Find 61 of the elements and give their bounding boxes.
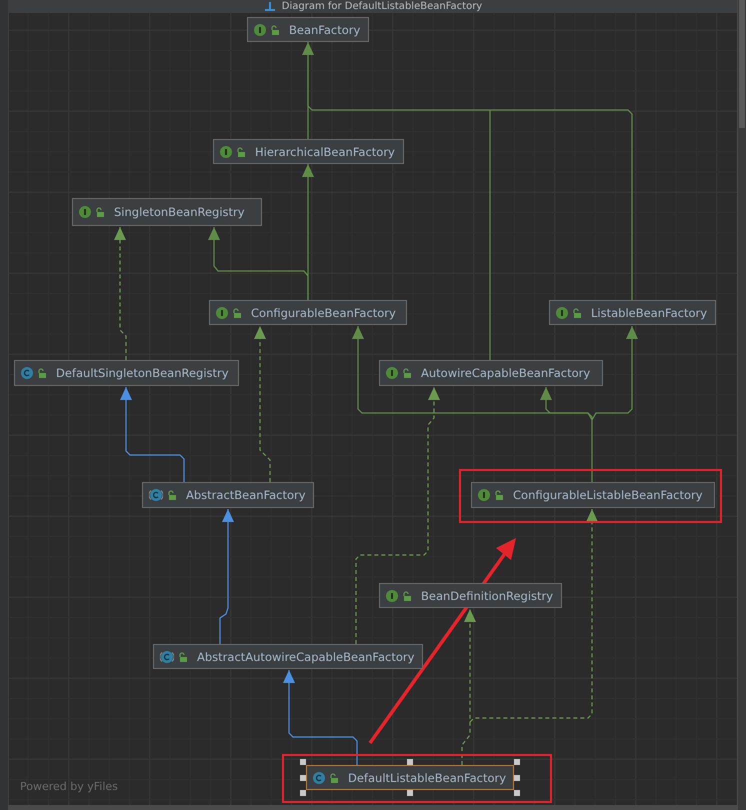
- interface-icon: [556, 306, 568, 318]
- resize-handle[interactable]: [300, 759, 306, 765]
- class-node[interactable]: DefaultListableBeanFactory: [306, 765, 514, 790]
- class-node[interactable]: AutowireCapableBeanFactory: [379, 360, 603, 386]
- unlocked-padlock-icon: [270, 24, 279, 34]
- diagram-icon: [264, 2, 276, 12]
- class-name: ListableBeanFactory: [591, 306, 708, 320]
- unlocked-padlock-icon: [329, 772, 338, 782]
- interface-icon: [386, 367, 398, 379]
- class-name: DefaultListableBeanFactory: [348, 770, 506, 784]
- unlocked-padlock-icon: [494, 490, 503, 500]
- horizontal-scrollbar[interactable]: [8, 805, 738, 810]
- unlocked-padlock-icon: [572, 308, 581, 318]
- powered-by-label: Powered by yFiles: [20, 780, 118, 793]
- class-name: AbstractAutowireCapableBeanFactory: [197, 650, 414, 664]
- resize-handle[interactable]: [407, 759, 413, 765]
- class-node[interactable]: AbstractAutowireCapableBeanFactory: [153, 644, 423, 669]
- unlocked-padlock-icon: [167, 490, 176, 500]
- unlocked-padlock-icon: [178, 652, 187, 662]
- class-node[interactable]: HierarchicalBeanFactory: [213, 139, 404, 164]
- resize-handle[interactable]: [514, 759, 520, 765]
- resize-handle[interactable]: [300, 774, 306, 780]
- class-name: HierarchicalBeanFactory: [255, 144, 395, 158]
- class-node[interactable]: BeanFactory: [247, 17, 369, 42]
- unlocked-padlock-icon: [236, 146, 245, 156]
- class-node[interactable]: AbstractBeanFactory: [142, 482, 314, 508]
- interface-icon: [220, 146, 232, 158]
- class-node[interactable]: ListableBeanFactory: [549, 300, 716, 325]
- class-name: BeanDefinitionRegistry: [421, 588, 554, 602]
- interface-icon: [386, 590, 398, 602]
- interface-icon: [79, 206, 91, 218]
- resize-handle[interactable]: [300, 790, 306, 796]
- class-name: BeanFactory: [289, 22, 360, 36]
- abstract-class-icon: [160, 650, 174, 662]
- resize-handle[interactable]: [407, 790, 413, 796]
- class-node[interactable]: SingletonBeanRegistry: [72, 198, 262, 226]
- scrollbar-thumb[interactable]: [739, 0, 745, 128]
- class-name: DefaultSingletonBeanRegistry: [56, 366, 229, 380]
- class-icon: [313, 772, 325, 784]
- class-icon: [21, 367, 33, 379]
- class-name: AutowireCapableBeanFactory: [421, 366, 590, 380]
- resize-handle[interactable]: [514, 790, 520, 796]
- class-name: SingletonBeanRegistry: [114, 205, 245, 219]
- window-title: Diagram for DefaultListableBeanFactory: [282, 0, 482, 12]
- class-node[interactable]: DefaultSingletonBeanRegistry: [14, 360, 239, 386]
- resize-handle[interactable]: [514, 774, 520, 780]
- unlocked-padlock-icon: [402, 368, 411, 378]
- unlocked-padlock-icon: [37, 368, 46, 378]
- class-name: ConfigurableBeanFactory: [251, 306, 396, 320]
- class-node[interactable]: ConfigurableListableBeanFactory: [471, 482, 715, 508]
- class-node[interactable]: BeanDefinitionRegistry: [379, 583, 562, 608]
- class-name: ConfigurableListableBeanFactory: [513, 488, 703, 502]
- unlocked-padlock-icon: [95, 207, 104, 217]
- interface-icon: [478, 489, 490, 501]
- interface-icon: [216, 306, 228, 318]
- interface-icon: [254, 24, 266, 36]
- unlocked-padlock-icon: [402, 590, 411, 600]
- abstract-class-icon: [149, 489, 163, 501]
- unlocked-padlock-icon: [232, 308, 241, 318]
- class-node[interactable]: ConfigurableBeanFactory: [209, 300, 407, 325]
- class-name: AbstractBeanFactory: [186, 488, 306, 502]
